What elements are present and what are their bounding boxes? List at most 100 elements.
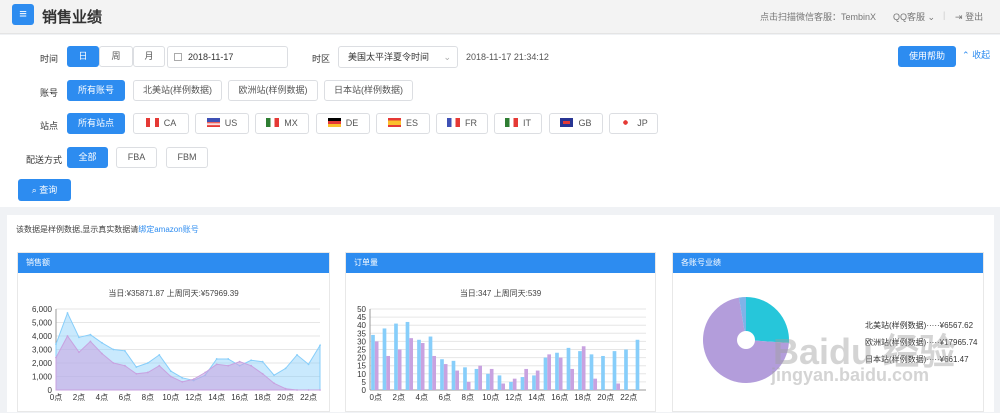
- data-point: [123, 364, 126, 367]
- y-tick-label: 35: [357, 329, 366, 338]
- account-all[interactable]: 所有账号: [67, 80, 125, 101]
- y-tick-label: 40: [357, 321, 366, 330]
- y-tick-label: 10: [357, 370, 366, 379]
- site-us[interactable]: US: [195, 113, 249, 134]
- bar: [578, 351, 582, 390]
- timezone-select[interactable]: 美国太平洋夏令时间 ⌄: [338, 46, 458, 68]
- x-tick-label: 14点: [208, 393, 225, 402]
- bar: [382, 328, 387, 390]
- time-label: 时间: [39, 54, 58, 64]
- bind-amazon-link[interactable]: 绑定amazon账号: [138, 225, 198, 234]
- search-icon: ⌕: [31, 185, 37, 195]
- data-point: [78, 351, 80, 354]
- logout-button[interactable]: ⇥ 登出: [955, 10, 983, 23]
- x-tick-label: 20点: [597, 393, 614, 402]
- bar: [443, 364, 448, 390]
- site-it-label: IT: [523, 118, 531, 128]
- divider: |: [943, 10, 946, 20]
- x-tick-label: 18点: [254, 393, 271, 402]
- site-us-label: US: [224, 118, 238, 128]
- shipping-label: 配送方式: [25, 155, 62, 165]
- x-tick-label: 4点: [96, 393, 108, 402]
- bar: [409, 338, 414, 390]
- y-tick-label: 50: [357, 305, 366, 314]
- account-jp[interactable]: 日本站(样例数据): [324, 80, 413, 101]
- tab-month[interactable]: 月: [133, 46, 165, 67]
- bar: [566, 347, 571, 390]
- site-jp[interactable]: JP: [609, 113, 658, 134]
- bar: [455, 370, 460, 390]
- site-it[interactable]: IT: [494, 113, 542, 134]
- it-flag-icon: [505, 118, 518, 127]
- site-de-label: DE: [345, 118, 359, 128]
- bar: [612, 351, 617, 390]
- y-tick-label: 20: [357, 354, 366, 363]
- bar: [535, 370, 540, 390]
- ship-fbm[interactable]: FBM: [166, 147, 208, 168]
- ship-fba[interactable]: FBA: [116, 147, 157, 168]
- date-value: 2018-11-17: [188, 52, 234, 62]
- data-point: [307, 363, 310, 366]
- query-button[interactable]: ⌕ 查询: [18, 179, 71, 201]
- wechat-support-link[interactable]: 点击扫描微信客服：TembinX: [760, 10, 876, 23]
- collapse-button[interactable]: ⌃ 收起: [962, 48, 990, 61]
- bar: [397, 349, 402, 390]
- data-point: [146, 362, 149, 364]
- account-eu[interactable]: 欧洲站(样例数据): [228, 80, 318, 101]
- x-tick-label: 0点: [370, 393, 382, 402]
- bar: [558, 357, 563, 390]
- data-point: [135, 372, 138, 375]
- site-ca[interactable]: CA: [133, 113, 189, 134]
- tab-day[interactable]: 日: [67, 46, 99, 67]
- bar: [593, 378, 598, 390]
- site-fr[interactable]: FR: [436, 113, 488, 134]
- data-point: [296, 354, 298, 356]
- fr-flag-icon: [447, 118, 460, 127]
- site-ca-label: CA: [163, 118, 177, 128]
- x-tick-label: 6点: [439, 393, 451, 402]
- x-tick-label: 10点: [482, 393, 499, 402]
- bar: [635, 339, 640, 390]
- bar: [489, 368, 494, 390]
- sales-chart: 01,0002,0003,0004,0005,0006,0000点 2点 4点 6点 8…: [32, 305, 321, 402]
- data-point: [181, 381, 184, 383]
- x-tick-label: 16点: [231, 393, 248, 402]
- site-es-label: ES: [405, 118, 418, 128]
- bar: [589, 354, 594, 390]
- data-point: [66, 312, 69, 314]
- data-point: [250, 364, 253, 367]
- y-tick-label: 5,000: [32, 319, 53, 328]
- data-point: [123, 349, 126, 352]
- bar: [547, 354, 552, 390]
- site-mx[interactable]: MX: [255, 113, 309, 134]
- notice-text: 该数据是样例数据,显示真实数据请: [16, 225, 139, 234]
- y-tick-label: 25: [357, 346, 366, 355]
- y-tick-label: 1,000: [32, 373, 53, 382]
- logout-icon: ⇥: [955, 12, 963, 22]
- ship-all[interactable]: 全部: [67, 147, 108, 168]
- site-gb-label: GB: [578, 118, 592, 128]
- data-point: [146, 371, 149, 374]
- account-na[interactable]: 北美站(样例数据): [133, 80, 222, 101]
- bar: [420, 343, 425, 390]
- qq-support-dropdown[interactable]: QQ客服 ⌄: [893, 10, 935, 23]
- bar: [601, 355, 605, 390]
- bar: [478, 365, 483, 390]
- data-point: [319, 389, 321, 391]
- help-button[interactable]: 使用帮助: [898, 46, 956, 67]
- bar: [570, 368, 575, 390]
- menu-icon[interactable]: ≡: [12, 4, 34, 25]
- site-label: 站点: [39, 121, 58, 131]
- bar: [624, 349, 628, 390]
- site-es[interactable]: ES: [376, 113, 430, 134]
- sales-card: 销售额 当日:¥35871.87 上周同天:¥57969.39 0 1,000 2,…: [17, 252, 330, 412]
- bar: [520, 377, 525, 390]
- tab-week[interactable]: 周: [99, 46, 133, 67]
- site-gb[interactable]: GB: [549, 113, 603, 134]
- date-picker[interactable]: 2018-11-17: [167, 46, 288, 68]
- site-all[interactable]: 所有站点: [67, 113, 125, 134]
- site-de[interactable]: DE: [316, 113, 370, 134]
- data-point: [112, 362, 115, 364]
- bar: [374, 341, 379, 390]
- data-point: [66, 335, 69, 337]
